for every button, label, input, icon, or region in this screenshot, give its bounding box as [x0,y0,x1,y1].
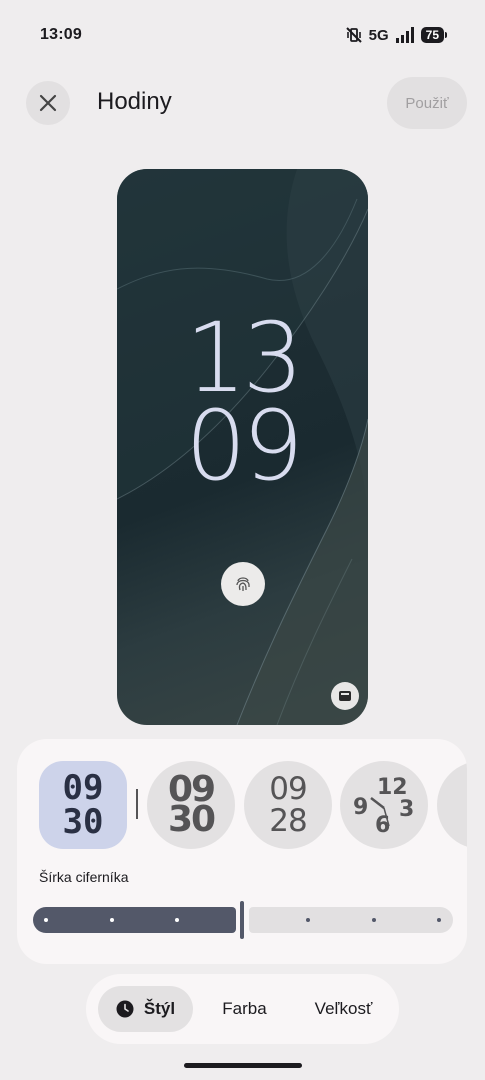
tab-size[interactable]: Veľkosť [296,986,391,1032]
slider-inactive-track [249,907,453,933]
lockscreen-preview: 13 09 [117,169,368,725]
slider-tick [437,918,441,922]
tab-style-label: Štýl [143,999,176,1018]
network-type: 5G [368,26,389,44]
slider-tick [44,918,48,922]
close-button[interactable] [26,81,70,125]
status-bar: 13:09 5G 75 [0,0,485,64]
clock-style-option-partial[interactable] [437,761,467,849]
home-indicator[interactable] [184,1063,302,1068]
slider-active-track [33,907,236,933]
slider-thumb[interactable] [240,901,244,939]
apply-button[interactable]: Použiť [387,77,467,129]
battery-level: 75 [420,27,444,43]
page-title: Hodiny [97,88,172,115]
clock-style-option[interactable]: 09 28 [244,761,332,849]
tab-style[interactable]: Štýl [98,986,193,1032]
wallet-icon [331,682,359,710]
clock-style-preview: 12 9 3 6 [353,775,414,838]
fingerprint-icon [221,562,265,606]
svg-text:3: 3 [399,797,414,822]
svg-text:9: 9 [353,795,368,820]
tab-color-label: Farba [222,999,267,1018]
preview-clock-minutes: 09 [185,390,303,502]
tab-color[interactable]: Farba [206,986,283,1032]
clock-style-option[interactable]: 09 30 [39,761,127,849]
clock-style-option[interactable]: 09 30 [147,761,235,849]
vibrate-off-icon [345,27,362,43]
status-time: 13:09 [40,26,82,43]
tab-size-label: Veľkosť [314,999,373,1018]
battery-icon: 75 [420,27,447,43]
clock-icon [116,1000,134,1018]
preview-clock-hours: 13 [185,302,303,414]
slider-tick [306,918,310,922]
slider-tick [110,918,114,922]
slider-tick [372,918,376,922]
clock-style-option[interactable]: 12 9 3 6 [340,761,428,849]
clock-width-label: Šírka ciferníka [39,869,129,885]
svg-text:6: 6 [375,813,390,838]
signal-icon [395,27,414,43]
clock-options-card: 09 30 09 30 09 28 12 9 3 6 Šírka ciferní… [17,739,467,964]
status-icons: 5G 75 [345,26,447,44]
preview-clock: 13 09 [117,302,368,502]
customization-tab-bar: Štýl Farba Veľkosť [86,974,399,1044]
slider-tick [175,918,179,922]
close-icon [39,94,57,112]
clock-width-slider[interactable] [33,901,453,943]
selection-divider [136,789,138,819]
